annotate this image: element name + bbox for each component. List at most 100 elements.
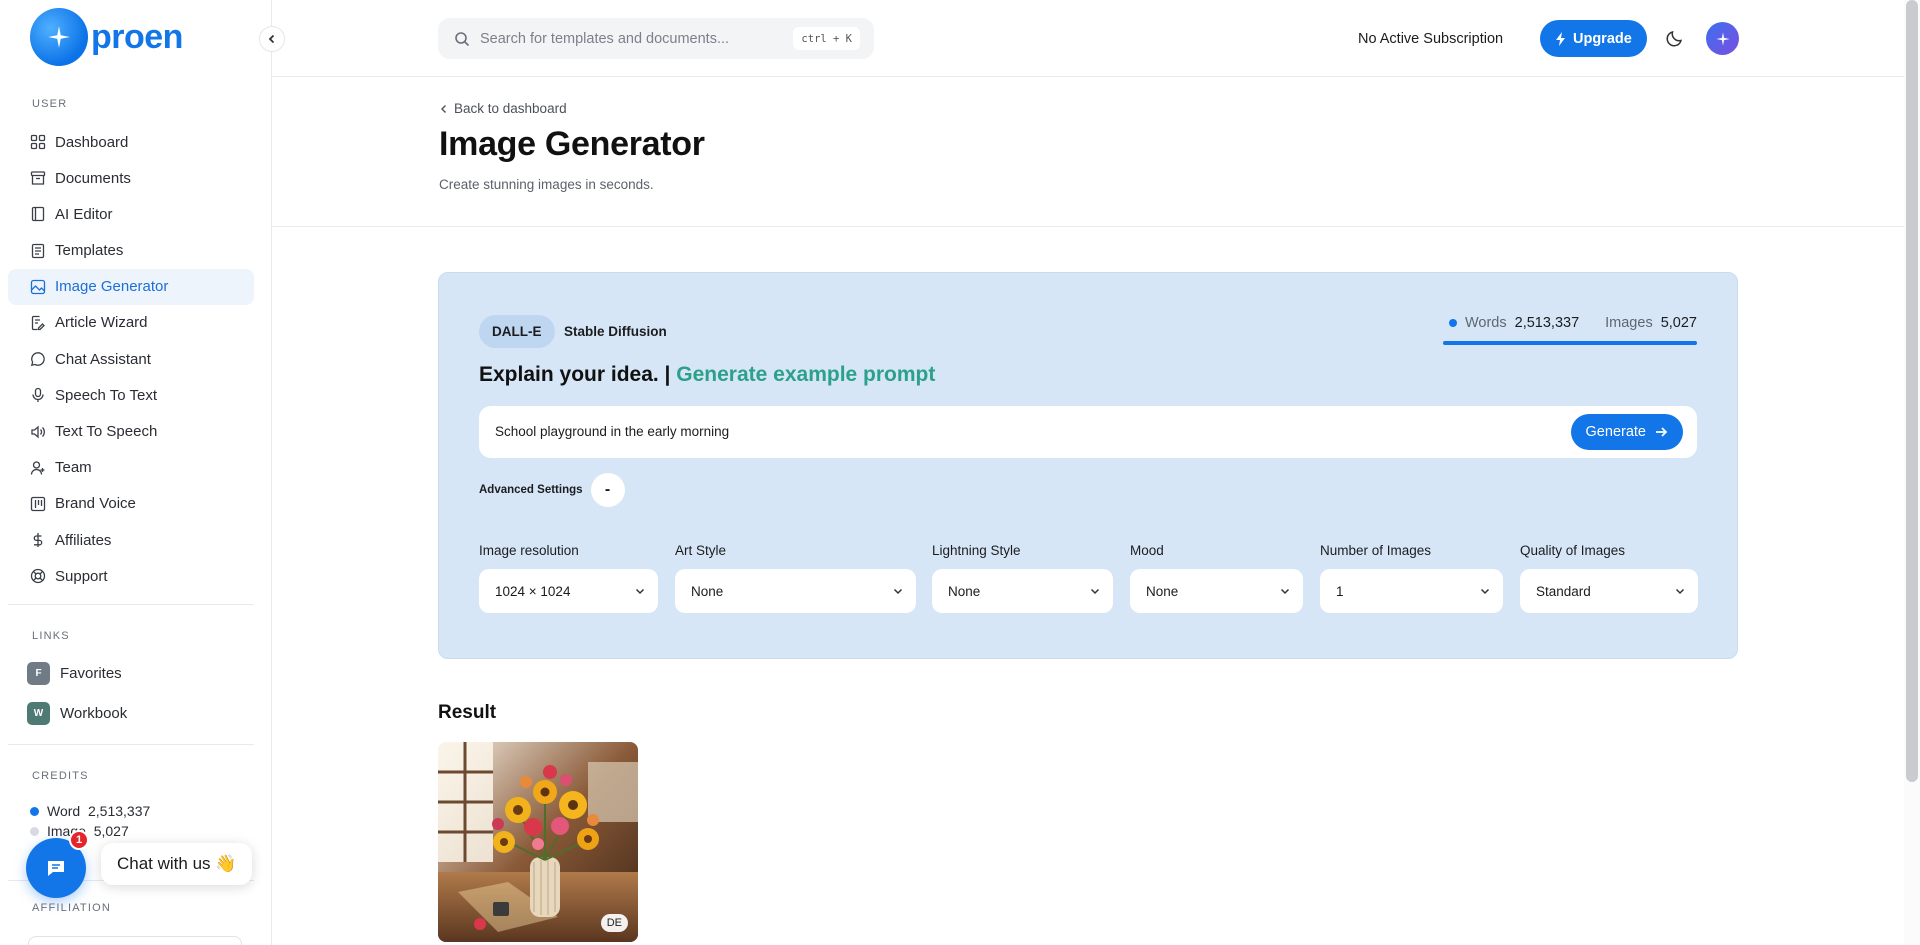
sidebar-item-affiliates[interactable]: Affiliates xyxy=(8,522,254,558)
link-label: Workbook xyxy=(60,705,128,722)
art-style-select[interactable]: None xyxy=(675,569,916,613)
sidebar-item-dashboard[interactable]: Dashboard xyxy=(8,124,254,160)
field-image-resolution: Image resolution 1024 × 1024 xyxy=(479,543,658,613)
field-number-of-images: Number of Images 1 xyxy=(1320,543,1503,613)
words-dot xyxy=(1448,319,1457,327)
speaker-icon xyxy=(31,425,45,438)
image-generator-card: DALL-E Stable Diffusion Words 2,513,337 … xyxy=(438,272,1738,659)
link-favorites[interactable]: F Favorites xyxy=(27,662,122,685)
chat-with-us-label[interactable]: Chat with us 👋 xyxy=(101,843,253,885)
grid-icon xyxy=(30,134,46,150)
user-avatar[interactable] xyxy=(1706,22,1739,55)
credit-label: Word xyxy=(47,803,81,819)
scrollbar-thumb[interactable] xyxy=(1906,0,1918,782)
sidebar-item-label: Support xyxy=(55,567,108,585)
chat-icon xyxy=(48,861,64,876)
sidebar-item-ai-editor[interactable]: AI Editor xyxy=(8,196,254,232)
microphone-icon xyxy=(32,388,44,403)
sidebar-item-speech-to-text[interactable]: Speech To Text xyxy=(8,377,254,413)
affiliation-section-label: AFFILIATION xyxy=(32,902,112,914)
dark-mode-toggle[interactable] xyxy=(1665,28,1685,53)
image-resolution-select[interactable]: 1024 × 1024 xyxy=(479,569,658,613)
field-quality-of-images: Quality of Images Standard xyxy=(1520,543,1698,613)
model-badge: DE xyxy=(600,914,628,932)
sidebar-item-chat-assistant[interactable]: Chat Assistant xyxy=(8,341,254,377)
prompt-heading: Explain your idea. | Generate example pr… xyxy=(479,363,935,387)
credit-value: 2,513,337 xyxy=(87,803,151,819)
back-to-dashboard-link[interactable]: Back to dashboard xyxy=(438,101,567,116)
generate-label: Generate xyxy=(1585,424,1646,440)
mood-select[interactable]: None xyxy=(1130,569,1303,613)
images-value: 5,027 xyxy=(1660,315,1697,331)
sidebar-divider xyxy=(8,744,254,745)
upgrade-label: Upgrade xyxy=(1573,30,1632,47)
select-value: 1024 × 1024 xyxy=(495,583,571,599)
chevron-down-icon xyxy=(635,588,645,595)
sidebar-item-label: Brand Voice xyxy=(55,495,136,513)
chat-unread-badge: 1 xyxy=(69,830,89,850)
prompt-heading-text: Explain your idea. | xyxy=(479,363,671,386)
sidebar-item-label: Article Wizard xyxy=(55,314,148,332)
chevron-down-icon xyxy=(1090,588,1100,595)
links-section-label: LINKS xyxy=(32,630,70,642)
upgrade-button[interactable]: Upgrade xyxy=(1540,20,1647,57)
advanced-settings-toggle[interactable]: - xyxy=(590,473,625,507)
search-icon xyxy=(455,31,470,46)
number-of-images-select[interactable]: 1 xyxy=(1320,569,1503,613)
sidebar-item-label: Text To Speech xyxy=(55,423,158,440)
lightning-icon xyxy=(1556,31,1565,46)
page-subtitle: Create stunning images in seconds. xyxy=(439,177,654,192)
sidebar-item-label: Templates xyxy=(55,242,124,260)
result-title: Result xyxy=(438,702,497,723)
field-label: Image resolution xyxy=(479,543,579,558)
page-header: Back to dashboard Image Generator Create… xyxy=(272,77,1904,227)
generate-button[interactable]: Generate xyxy=(1570,414,1683,450)
sidebar-item-support[interactable]: Support xyxy=(8,558,254,594)
sidebar-item-article-wizard[interactable]: Article Wizard xyxy=(8,305,254,341)
prompt-field: Generate xyxy=(479,406,1697,458)
field-art-style: Art Style None xyxy=(675,543,916,613)
prompt-input[interactable] xyxy=(495,406,1495,458)
sidebar-item-templates[interactable]: Templates xyxy=(8,233,254,269)
sidebar-item-brand-voice[interactable]: Brand Voice xyxy=(8,486,254,522)
sidebar-item-label: AI Editor xyxy=(55,205,113,223)
affiliation-box xyxy=(28,936,242,945)
select-value: None xyxy=(1146,583,1179,599)
collapse-sidebar-button[interactable] xyxy=(259,26,285,52)
brand-logo[interactable]: proen xyxy=(30,8,183,66)
link-badge: F xyxy=(27,662,50,685)
keyboard-shortcut: ctrl + K xyxy=(793,27,860,50)
generated-image-card[interactable]: DE xyxy=(438,742,638,942)
generate-example-prompt-link[interactable]: Generate example prompt xyxy=(676,363,935,386)
quality-of-images-select[interactable]: Standard xyxy=(1520,569,1698,613)
sidebar-item-label: Affiliates xyxy=(55,531,112,549)
tab-dall-e[interactable]: DALL-E xyxy=(479,315,555,348)
chevron-down-icon xyxy=(1675,588,1685,595)
generated-image xyxy=(438,742,638,942)
sidebar-item-label: Documents xyxy=(55,169,131,187)
field-lightning-style: Lightning Style None xyxy=(932,543,1113,613)
back-label: Back to dashboard xyxy=(454,101,567,116)
sidebar-item-image-generator[interactable]: Image Generator xyxy=(8,268,254,305)
lightning-style-select[interactable]: None xyxy=(932,569,1113,613)
search-bar[interactable]: Search for templates and documents... ct… xyxy=(438,18,874,59)
sidebar: proen USER Dashboard Documents AI Editor… xyxy=(0,0,272,945)
top-bar: Search for templates and documents... ct… xyxy=(272,0,1904,77)
sidebar-item-text-to-speech[interactable]: Text To Speech xyxy=(8,414,254,450)
link-workbook[interactable]: W Workbook xyxy=(27,702,127,725)
sparkle-logo-icon xyxy=(30,8,88,66)
notebook-icon xyxy=(31,207,45,222)
sidebar-item-team[interactable]: Team xyxy=(8,450,254,486)
credit-value: 5,027 xyxy=(93,823,129,839)
subscription-status[interactable]: No Active Subscription xyxy=(1346,20,1516,57)
credits-section-label: CREDITS xyxy=(32,770,89,782)
link-label: Favorites xyxy=(60,665,122,682)
chevron-left-icon xyxy=(441,104,446,113)
sidebar-item-documents[interactable]: Documents xyxy=(8,160,254,196)
brand-name: proen xyxy=(91,17,183,56)
field-mood: Mood None xyxy=(1130,543,1303,613)
lifebuoy-icon xyxy=(30,569,46,584)
sidebar-item-label: Chat Assistant xyxy=(55,350,151,368)
tab-stable-diffusion[interactable]: Stable Diffusion xyxy=(551,315,680,348)
moon-icon xyxy=(1666,30,1683,47)
